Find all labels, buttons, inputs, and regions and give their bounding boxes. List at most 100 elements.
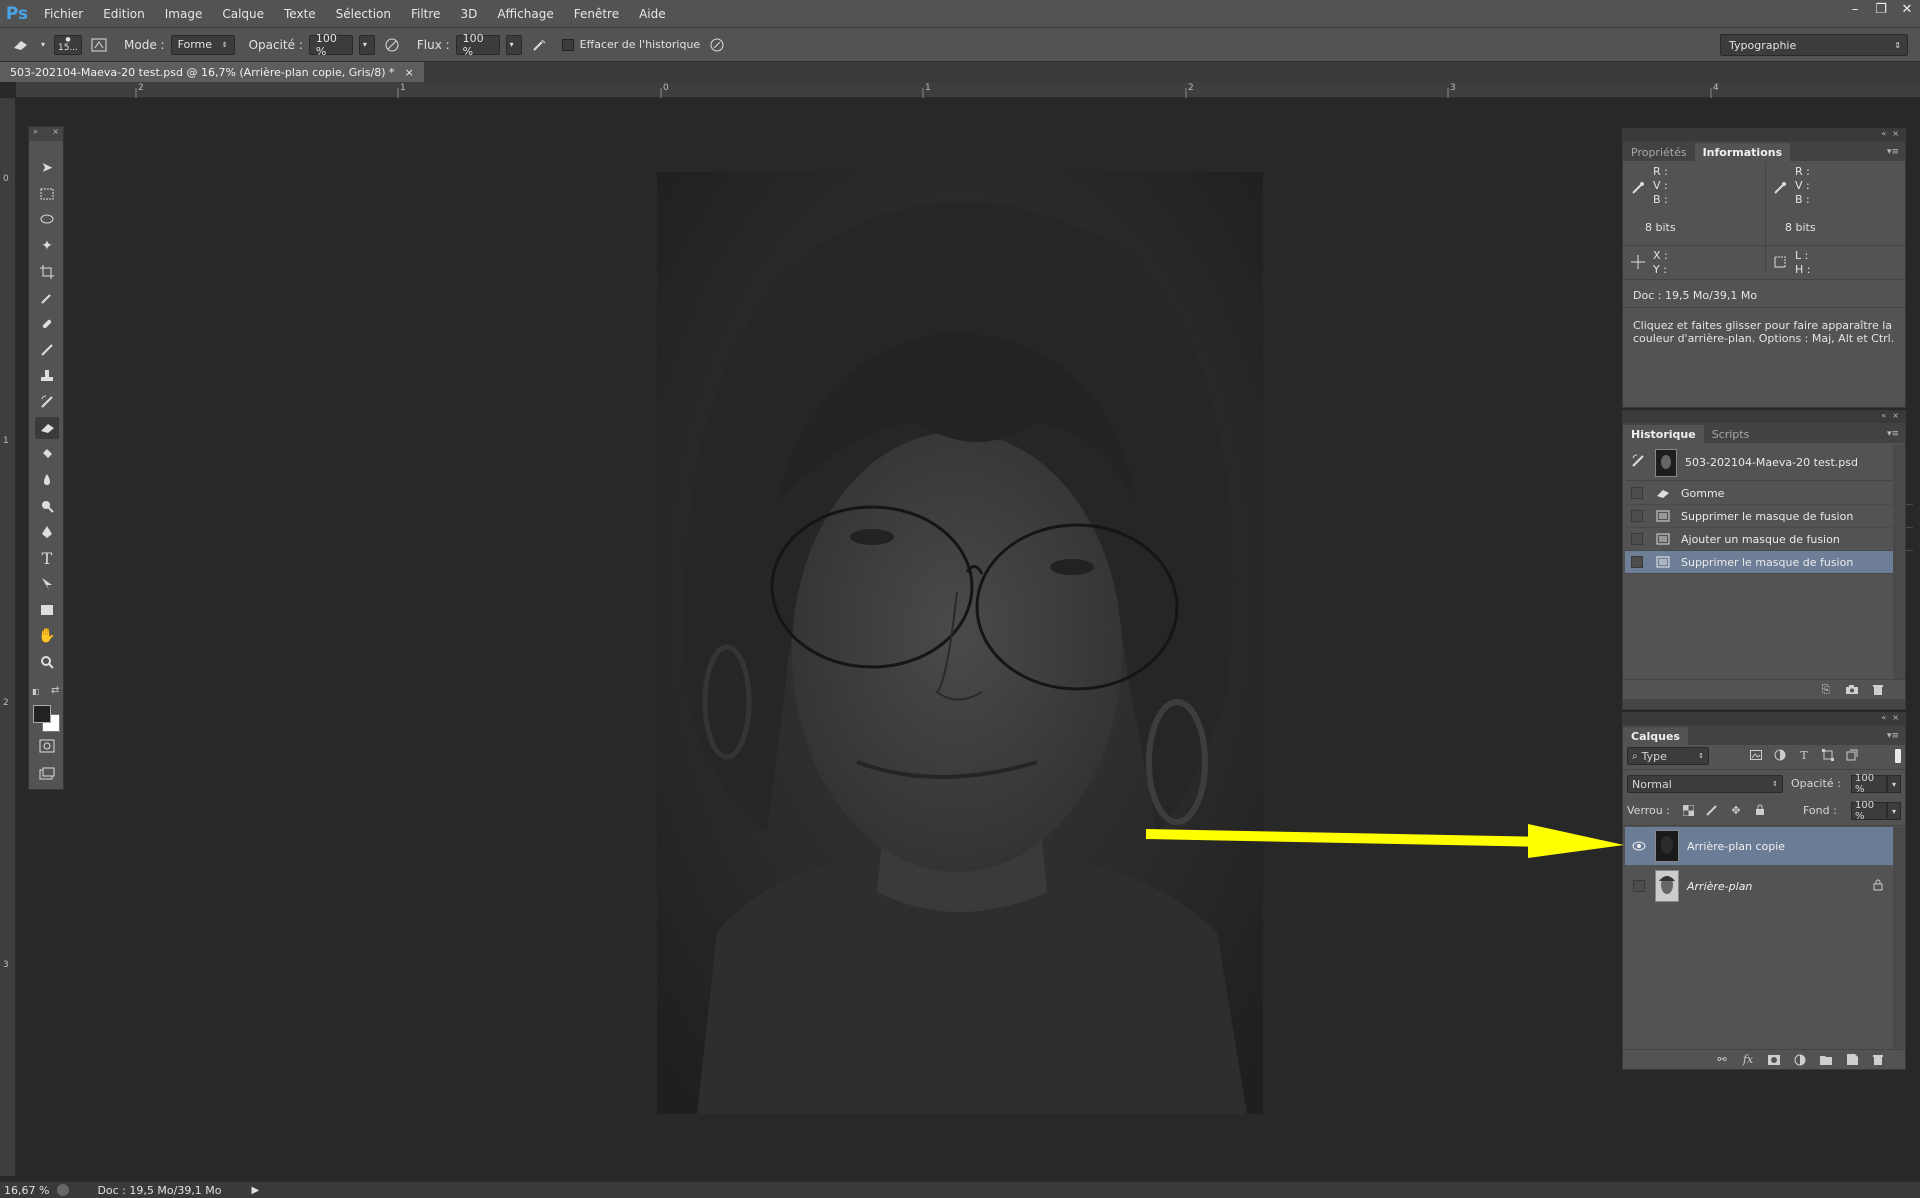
magic-wand-icon[interactable]: ✦ [35,235,59,257]
new-group-folder-icon[interactable] [1817,1052,1835,1068]
history-brush-source-icon[interactable] [1631,454,1647,471]
marquee-tool-icon[interactable] [35,183,59,205]
menu-selection[interactable]: Sélection [326,0,401,28]
eraser-tool-icon[interactable] [35,417,59,439]
toolbox-header[interactable]: » × [29,127,63,141]
tab-proprietes[interactable]: Propriétés [1623,143,1695,161]
collapse-icon[interactable]: « [1881,129,1886,141]
ruler-horizontal[interactable]: 2 1 0 1 2 3 4 [16,82,1920,98]
filter-adjustment-icon[interactable] [1771,747,1789,763]
menu-texte[interactable]: Texte [274,0,326,28]
default-colors-icon[interactable]: ◧ [32,687,40,696]
filter-pixel-icon[interactable] [1747,747,1765,763]
menu-fenetre[interactable]: Fenêtre [564,0,629,28]
layers-scrollbar[interactable] [1893,827,1905,1049]
close-tab-icon[interactable]: × [405,66,414,79]
status-info-icon[interactable] [57,1184,70,1196]
hand-tool-icon[interactable]: ✋ [35,625,59,647]
camera-snapshot-icon[interactable] [1843,682,1861,698]
screen-mode-icon[interactable] [35,763,59,785]
menu-edition[interactable]: Edition [93,0,155,28]
pressure-opacity-icon[interactable] [381,34,403,56]
layer-row-arriere-plan[interactable]: Arrière-plan [1625,867,1893,905]
opacity-dropdown[interactable]: ▾ [358,34,375,55]
dodge-tool-icon[interactable] [35,495,59,517]
ruler-vertical[interactable]: 0 1 2 3 [0,98,16,1176]
panel-menu-icon[interactable]: ▾≡ [1887,731,1905,745]
history-snapshot[interactable]: 503-202104-Maeva-20 test.psd [1625,445,1893,481]
brush-panel-toggle-icon[interactable] [88,34,110,56]
adjustment-layer-icon[interactable] [1791,1052,1809,1068]
eye-visibility-icon[interactable] [1629,836,1649,856]
info-panel-header[interactable]: «× [1623,129,1905,141]
visibility-toggle[interactable] [1629,876,1649,896]
tab-informations[interactable]: Informations [1694,143,1791,161]
collapse-icon[interactable]: « [1881,713,1886,725]
history-item[interactable]: Gomme [1625,482,1913,505]
layer-style-fx-icon[interactable]: fx [1739,1052,1757,1068]
mode-select[interactable]: Forme ⇕ [170,34,235,55]
zoom-tool-icon[interactable] [35,651,59,673]
workspace-switcher[interactable]: Typographie ⇕ [1720,34,1908,56]
layer-filter-select[interactable]: ⌕ Type ⇕ [1627,747,1709,765]
type-tool-icon[interactable]: T [35,547,59,569]
swap-colors-icon[interactable]: ⇄ [51,685,59,696]
close-icon[interactable]: × [1892,129,1899,141]
layer-row-arriere-plan-copie[interactable]: Arrière-plan copie [1625,827,1893,865]
crop-tool-icon[interactable] [35,261,59,283]
path-selection-icon[interactable] [35,573,59,595]
eraser-tool-preset-icon[interactable] [10,34,32,56]
document-tab[interactable]: 503-202104-Maeva-20 test.psd @ 16,7% (Ar… [0,62,424,82]
lasso-tool-icon[interactable] [35,209,59,231]
link-layers-icon[interactable]: ⚯ [1713,1052,1731,1068]
chevron-down-icon[interactable]: ▾ [38,34,48,56]
history-brush-source-checkbox[interactable] [1631,556,1643,568]
status-menu-arrow-icon[interactable]: ▶ [252,1185,260,1196]
add-mask-icon[interactable] [1765,1052,1783,1068]
close-icon[interactable]: × [1892,411,1899,423]
zoom-level[interactable]: 16,67 % [4,1184,49,1197]
fill-input[interactable]: 100 % [1851,800,1887,822]
layer-opacity-input[interactable]: 100 % [1851,773,1887,795]
layer-opacity-dropdown[interactable]: ▾ [1887,775,1901,793]
collapse-icon[interactable]: « [1881,411,1886,423]
blur-tool-icon[interactable] [35,469,59,491]
paint-bucket-icon[interactable] [35,443,59,465]
brush-tool-icon[interactable] [35,339,59,361]
collapse-icon[interactable]: » [33,127,38,141]
eyedropper-icon[interactable] [35,287,59,309]
new-layer-icon[interactable] [1843,1052,1861,1068]
history-brush-source-checkbox[interactable] [1631,533,1643,545]
brush-size-picker[interactable]: ● 15... [54,34,82,55]
lock-image-pixels-icon[interactable] [1703,802,1721,818]
opacity-input[interactable]: 100 % [308,32,353,58]
new-document-from-state-icon[interactable]: ⎘ [1817,682,1835,698]
menu-fichier[interactable]: Fichier [34,0,93,28]
airbrush-icon[interactable] [528,34,550,56]
history-panel-header[interactable]: «× [1623,411,1905,423]
rectangle-tool-icon[interactable] [35,599,59,621]
blend-mode-select[interactable]: Normal ⇕ [1627,775,1783,793]
foreground-color-swatch[interactable] [33,705,51,723]
tab-historique[interactable]: Historique [1623,425,1704,443]
panel-resize-handle[interactable] [1623,699,1905,709]
quick-mask-icon[interactable] [35,735,59,757]
trash-icon[interactable] [1869,1052,1887,1068]
menu-affichage[interactable]: Affichage [487,0,563,28]
filter-type-icon[interactable]: T [1795,747,1813,763]
fill-dropdown[interactable]: ▾ [1887,802,1901,820]
lock-transparent-pixels-icon[interactable] [1679,802,1697,818]
healing-brush-icon[interactable] [35,313,59,335]
menu-image[interactable]: Image [155,0,213,28]
pressure-size-icon[interactable] [706,34,728,56]
close-icon[interactable]: × [1892,713,1899,725]
history-brush-icon[interactable] [35,391,59,413]
panel-menu-icon[interactable]: ▾≡ [1887,147,1905,161]
menu-aide[interactable]: Aide [629,0,676,28]
menu-3d[interactable]: 3D [450,0,487,28]
close-icon[interactable]: × [52,127,59,141]
filter-toggle-switch[interactable] [1895,749,1901,763]
history-item-selected[interactable]: Supprimer le masque de fusion [1625,551,1893,574]
pen-tool-icon[interactable] [35,521,59,543]
stamp-tool-icon[interactable] [35,365,59,387]
